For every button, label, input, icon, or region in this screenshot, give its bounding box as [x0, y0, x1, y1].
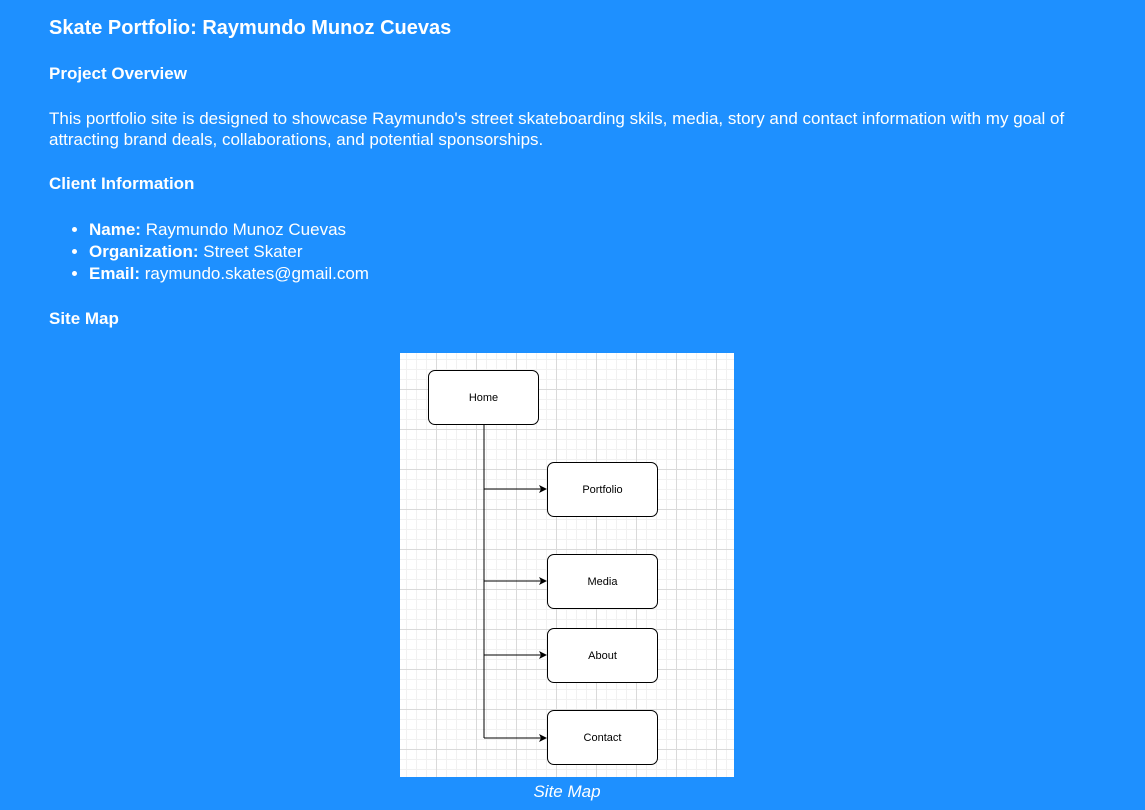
site-map-node-contact: Contact — [547, 710, 658, 765]
client-info-label: Organization: — [89, 242, 199, 261]
client-info-value: Raymundo Munoz Cuevas — [145, 220, 347, 239]
site-map-diagram: Home Portfolio Media About Contact — [400, 353, 734, 777]
client-info-item-name: Name: Raymundo Munoz Cuevas — [89, 219, 369, 241]
client-info-value: raymundo.skates@gmail.com — [144, 264, 369, 283]
site-map-node-home: Home — [428, 370, 539, 425]
page-title: Skate Portfolio: Raymundo Munoz Cuevas — [49, 17, 452, 39]
client-information-heading: Client Information — [49, 174, 195, 193]
project-overview-heading: Project Overview — [49, 64, 187, 83]
client-info-label: Name: — [89, 220, 141, 239]
site-map-node-media: Media — [547, 554, 658, 609]
client-info-item-email: Email: raymundo.skates@gmail.com — [89, 263, 369, 285]
site-map-node-portfolio: Portfolio — [547, 462, 658, 517]
site-map-caption: Site Map — [533, 782, 601, 801]
site-map-heading: Site Map — [49, 309, 119, 328]
client-info-list: Name: Raymundo Munoz Cuevas Organization… — [49, 219, 369, 285]
site-map-node-about: About — [547, 628, 658, 683]
client-info-value: Street Skater — [203, 242, 303, 261]
client-info-item-organization: Organization: Street Skater — [89, 241, 369, 263]
client-info-label: Email: — [89, 264, 141, 283]
project-overview-text: This portfolio site is designed to showc… — [49, 109, 1065, 149]
